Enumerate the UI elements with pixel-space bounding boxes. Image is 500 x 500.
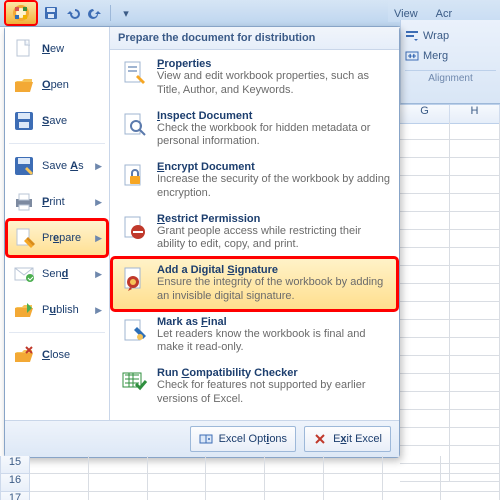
properties-icon: [119, 58, 149, 88]
submenu-title: Encrypt Document: [157, 161, 390, 173]
submenu-title: Mark as Final: [157, 316, 390, 328]
save-icon: [12, 109, 36, 133]
prepare-inspect[interactable]: Inspect DocumentCheck the workbook for h…: [112, 104, 397, 156]
exit-excel-label: Exit Excel: [333, 433, 382, 445]
ribbon-alignment-group: Wrap Merg Alignment: [400, 20, 500, 104]
signature-icon: [119, 264, 149, 294]
submenu-title: Inspect Document: [157, 110, 390, 122]
submenu-description: Increase the security of the workbook by…: [157, 173, 390, 201]
print-icon: [12, 190, 36, 214]
prepare-encrypt[interactable]: Encrypt DocumentIncrease the security of…: [112, 155, 397, 207]
qat-undo-icon[interactable]: [64, 4, 82, 22]
qat-separator: [110, 5, 111, 21]
row-header-15[interactable]: 15: [0, 456, 30, 474]
excel-options-label: Excel Options: [219, 433, 288, 445]
submenu-description: View and edit workbook properties, such …: [157, 70, 390, 98]
wrap-text-icon: [405, 29, 419, 43]
office-menu-item-label: Close: [42, 349, 70, 361]
worksheet-cells-bottom[interactable]: [30, 456, 500, 500]
submenu-arrow-icon: ▶: [95, 269, 102, 280]
saveas-icon: [12, 154, 36, 178]
restrict-icon: [119, 213, 149, 243]
submenu-description: Check for features not supported by earl…: [157, 379, 390, 407]
send-icon: [12, 262, 36, 286]
submenu-arrow-icon: ▶: [95, 305, 102, 316]
office-menu-item-label: Save: [42, 115, 67, 127]
new-icon: [12, 37, 36, 61]
office-menu-item-label: Publish: [42, 304, 79, 316]
publish-icon: [12, 298, 36, 322]
office-menu-item-close[interactable]: Close: [7, 337, 107, 373]
office-menu-item-label: Prepare: [42, 232, 81, 244]
submenu-title: Properties: [157, 58, 390, 70]
ribbon-group-label: Alignment: [405, 70, 496, 84]
merge-center-button[interactable]: Merg: [405, 46, 496, 66]
qat-save-icon[interactable]: [42, 4, 60, 22]
office-menu-right: Prepare the document for distribution Pr…: [110, 27, 399, 420]
submenu-title: Restrict Permission: [157, 213, 390, 225]
excel-options-button[interactable]: Excel Options: [190, 426, 297, 452]
merge-icon: [405, 49, 419, 63]
office-menu-item-label: New: [42, 43, 64, 55]
wrap-text-label: Wrap: [423, 30, 449, 42]
row-headers[interactable]: 15 16 17: [0, 456, 30, 500]
prepare-final[interactable]: Mark as FinalLet readers know the workbo…: [112, 310, 397, 362]
submenu-arrow-icon: ▶: [95, 161, 102, 172]
office-button[interactable]: [4, 0, 38, 26]
open-icon: [12, 73, 36, 97]
ribbon-tab-acrobat[interactable]: Acr: [436, 8, 453, 20]
column-header-h[interactable]: H: [450, 105, 500, 123]
exit-excel-button[interactable]: Exit Excel: [304, 426, 391, 452]
encrypt-icon: [119, 161, 149, 191]
office-menu-footer: Excel Options Exit Excel: [5, 420, 399, 457]
submenu-title: Run Compatibility Checker: [157, 367, 390, 379]
wrap-text-button[interactable]: Wrap: [405, 26, 496, 46]
office-menu-item-label: Send: [42, 268, 68, 280]
column-header-g[interactable]: G: [400, 105, 450, 123]
office-menu-item-prepare[interactable]: Prepare ▶: [7, 220, 107, 256]
office-menu: NewOpenSaveSave As▶Print▶Prepare▶Send▶Pu…: [4, 26, 400, 458]
ribbon-tabs: View Acr: [388, 0, 500, 22]
prepare-properties[interactable]: PropertiesView and edit workbook propert…: [112, 52, 397, 104]
ribbon-tab-view[interactable]: View: [394, 8, 418, 20]
office-menu-item-open[interactable]: Open: [7, 67, 107, 103]
compat-icon: [119, 367, 149, 397]
submenu-description: Ensure the integrity of the workbook by …: [157, 276, 390, 304]
office-menu-left: NewOpenSaveSave As▶Print▶Prepare▶Send▶Pu…: [5, 27, 110, 420]
prepare-icon: [12, 226, 36, 250]
options-icon: [199, 432, 213, 446]
office-menu-item-print[interactable]: Print ▶: [7, 184, 107, 220]
prepare-submenu-header: Prepare the document for distribution: [110, 27, 399, 50]
worksheet-cells-right[interactable]: [400, 122, 500, 500]
close-icon: [12, 343, 36, 367]
office-menu-item-label: Open: [42, 79, 69, 91]
qat-customize-dropdown-icon[interactable]: ▾: [117, 4, 135, 22]
submenu-arrow-icon: ▶: [95, 197, 102, 208]
prepare-signature[interactable]: Add a Digital SignatureEnsure the integr…: [112, 258, 397, 310]
office-menu-item-new[interactable]: New: [7, 31, 107, 67]
office-menu-item-publish[interactable]: Publish ▶: [7, 292, 107, 328]
qat-redo-icon[interactable]: [86, 4, 104, 22]
column-headers[interactable]: G H: [400, 104, 500, 124]
submenu-description: Grant people access while restricting th…: [157, 225, 390, 253]
office-menu-item-label: Save As: [42, 160, 84, 172]
prepare-restrict[interactable]: Restrict PermissionGrant people access w…: [112, 207, 397, 259]
office-menu-item-label: Print: [42, 196, 65, 208]
office-menu-item-saveas[interactable]: Save As ▶: [7, 148, 107, 184]
submenu-description: Let readers know the workbook is final a…: [157, 328, 390, 356]
inspect-icon: [119, 110, 149, 140]
submenu-arrow-icon: ▶: [95, 233, 102, 244]
prepare-submenu: PropertiesView and edit workbook propert…: [110, 50, 399, 420]
submenu-title: Add a Digital Signature: [157, 264, 390, 276]
merge-label: Merg: [423, 50, 448, 62]
prepare-compat[interactable]: Run Compatibility CheckerCheck for featu…: [112, 361, 397, 413]
office-menu-item-save[interactable]: Save: [7, 103, 107, 139]
row-header-16[interactable]: 16: [0, 474, 30, 492]
row-header-17[interactable]: 17: [0, 492, 30, 500]
submenu-description: Check the workbook for hidden metadata o…: [157, 122, 390, 150]
final-icon: [119, 316, 149, 346]
exit-icon: [313, 432, 327, 446]
office-menu-item-send[interactable]: Send ▶: [7, 256, 107, 292]
